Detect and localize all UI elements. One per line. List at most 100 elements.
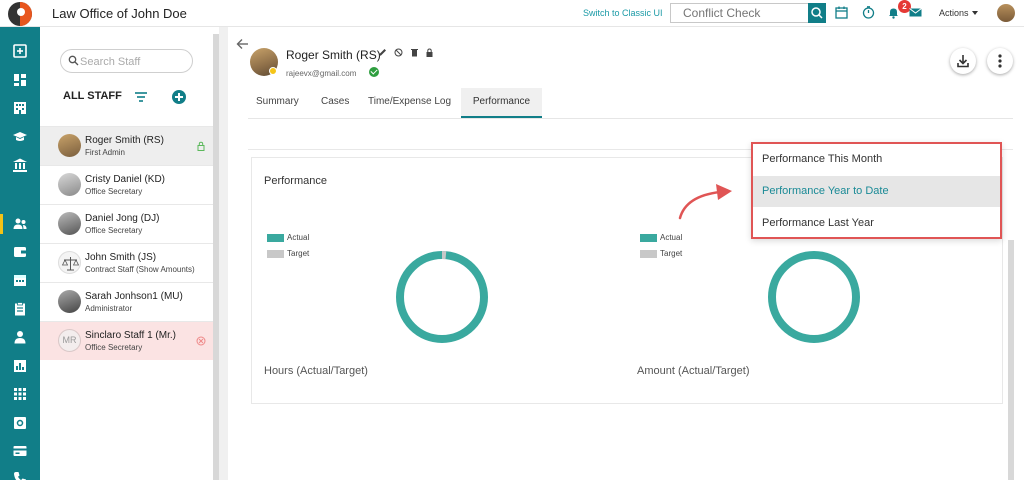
staff-search-input[interactable] <box>80 54 188 69</box>
grid-icon[interactable] <box>12 386 28 402</box>
staff-role: Office Secretary <box>85 343 143 352</box>
app-title: Law Office of John Doe <box>52 6 187 21</box>
trash-icon[interactable] <box>410 48 419 57</box>
person-icon[interactable] <box>12 329 28 345</box>
filter-icon[interactable] <box>134 92 148 102</box>
dashboard-icon[interactable] <box>12 72 28 88</box>
dropdown-item-last-year[interactable]: Performance Last Year <box>753 208 1000 239</box>
staff-name: Sarah Jonhson1 (MU) <box>85 291 183 302</box>
staff-role: Office Secretary <box>85 226 143 235</box>
tab-cases[interactable]: Cases <box>321 88 349 118</box>
conflict-check-input[interactable] <box>670 3 810 23</box>
pencil-icon[interactable] <box>378 48 387 57</box>
chevron-down-icon[interactable] <box>972 11 978 15</box>
cancel-icon <box>196 336 206 346</box>
calendar-icon[interactable] <box>12 272 28 288</box>
billing-icon[interactable] <box>12 443 28 459</box>
clipboard-icon[interactable] <box>12 301 28 317</box>
graduation-cap-icon[interactable] <box>12 129 28 145</box>
tabs-divider <box>248 118 1013 119</box>
wallet-icon[interactable] <box>12 244 28 260</box>
legend-swatch <box>640 233 657 242</box>
legend-actual: Actual <box>640 230 682 246</box>
hours-donut-chart <box>396 251 488 343</box>
annotation-arrow <box>678 184 732 220</box>
content-scrollbar[interactable] <box>1008 240 1014 480</box>
add-matter-icon[interactable] <box>12 43 28 59</box>
staff-row[interactable]: Roger Smith (RS) First Admin <box>40 126 213 165</box>
staff-role: Contract Staff (Show Amounts) <box>85 265 195 274</box>
add-staff-button[interactable] <box>172 90 186 104</box>
staff-name: Cristy Daniel (KD) <box>85 174 166 185</box>
verified-check-icon <box>369 67 379 77</box>
active-nav-marker <box>0 214 3 234</box>
download-button[interactable] <box>950 48 976 74</box>
dropdown-item-this-month[interactable]: Performance This Month <box>753 144 1000 175</box>
staff-row[interactable]: Daniel Jong (DJ) Office Secretary <box>40 204 213 243</box>
staff-avatar <box>58 134 81 157</box>
profile-avatar <box>250 48 278 76</box>
tab-performance[interactable]: Performance <box>461 88 542 118</box>
download-icon <box>957 55 969 68</box>
dropdown-item-year-to-date[interactable]: Performance Year to Date <box>753 176 1000 207</box>
settings-icon[interactable] <box>12 415 28 431</box>
chart-icon[interactable] <box>12 358 28 374</box>
staff-avatar <box>58 173 81 196</box>
timer-icon[interactable] <box>862 6 875 19</box>
calendar-icon[interactable] <box>835 6 848 19</box>
staff-role: Office Secretary <box>85 187 143 196</box>
profile-name: Roger Smith (RS) <box>286 48 381 62</box>
legend-swatch <box>640 249 657 258</box>
lock-icon <box>197 141 205 151</box>
more-vertical-icon <box>998 54 1002 68</box>
lock-icon[interactable] <box>425 48 434 57</box>
tab-time-expense-log[interactable]: Time/Expense Log <box>368 88 451 118</box>
staff-icon[interactable] <box>12 216 28 232</box>
amount-actual-ring <box>768 251 860 343</box>
staff-initials-avatar: MR <box>58 329 81 352</box>
staff-avatar <box>58 251 81 274</box>
staff-avatar <box>58 212 81 235</box>
actions-menu[interactable]: Actions <box>939 8 969 18</box>
search-icon <box>811 7 823 19</box>
legend-target: Target <box>267 246 309 262</box>
amount-donut-chart <box>768 251 860 343</box>
staff-name: Sinclaro Staff 1 (Mr.) <box>85 330 176 341</box>
panel-divider <box>219 27 228 480</box>
staff-role: First Admin <box>85 148 126 157</box>
staff-avatar <box>58 290 81 313</box>
user-avatar[interactable] <box>997 4 1015 22</box>
staff-name: John Smith (JS) <box>85 252 157 263</box>
bank-icon[interactable] <box>12 157 28 173</box>
more-options-button[interactable] <box>987 48 1013 74</box>
mail-icon[interactable] <box>909 6 922 19</box>
building-icon[interactable] <box>12 100 28 116</box>
switch-classic-ui-link[interactable]: Switch to Classic UI <box>583 8 663 18</box>
app-logo[interactable] <box>8 2 32 26</box>
staff-row[interactable]: John Smith (JS) Contract Staff (Show Amo… <box>40 243 213 282</box>
tab-summary[interactable]: Summary <box>256 88 299 118</box>
legend-swatch <box>267 249 284 258</box>
conflict-search-button[interactable] <box>808 3 826 23</box>
staff-row[interactable]: Cristy Daniel (KD) Office Secretary <box>40 165 213 204</box>
main-nav-sidebar <box>0 27 40 480</box>
staff-list-title: ALL STAFF <box>63 90 122 102</box>
hours-chart-label: Hours (Actual/Target) <box>264 365 368 377</box>
staff-row[interactable]: Sarah Jonhson1 (MU) Administrator <box>40 282 213 321</box>
staff-search <box>60 49 193 73</box>
hours-legend: Actual Target <box>267 230 309 262</box>
staff-row[interactable]: MR Sinclaro Staff 1 (Mr.) Office Secreta… <box>40 321 213 360</box>
profile-email: rajeevx@gmail.com <box>286 69 357 78</box>
search-icon <box>68 55 79 66</box>
legend-target: Target <box>640 246 682 262</box>
legend-swatch <box>267 233 284 242</box>
back-arrow-icon[interactable] <box>236 38 249 50</box>
staff-name: Roger Smith (RS) <box>85 135 164 146</box>
phone-icon[interactable] <box>12 470 28 480</box>
staff-name: Daniel Jong (DJ) <box>85 213 160 224</box>
block-icon[interactable] <box>394 48 403 57</box>
legend-actual: Actual <box>267 230 309 246</box>
staff-role: Administrator <box>85 304 133 313</box>
staff-list: Roger Smith (RS) First Admin Cristy Dani… <box>40 126 213 360</box>
hours-actual-ring <box>396 251 488 343</box>
